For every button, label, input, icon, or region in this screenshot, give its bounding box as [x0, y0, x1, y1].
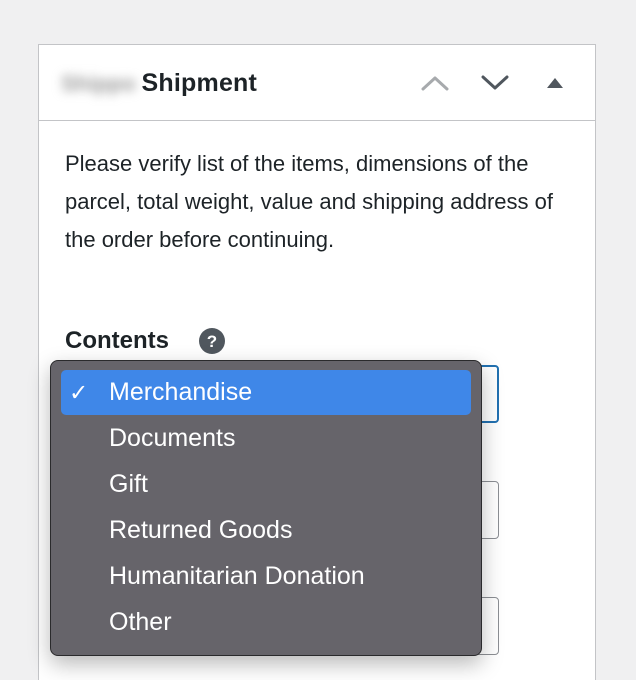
move-down-button[interactable] [475, 65, 515, 101]
page: Shippo Shipment Please verify list of th… [0, 0, 636, 680]
option-gift[interactable]: Gift [61, 461, 471, 507]
option-label: Other [109, 607, 172, 636]
option-returned-goods[interactable]: Returned Goods [61, 507, 471, 553]
chevron-up-icon [421, 76, 449, 91]
option-label: Documents [109, 423, 236, 452]
option-merchandise[interactable]: ✓ Merchandise [61, 370, 471, 415]
metabox-header: Shippo Shipment [39, 45, 595, 121]
triangle-up-icon [547, 78, 563, 88]
contents-label: Contents [65, 327, 169, 354]
contents-field-label-row: Contents ? [65, 327, 225, 355]
metabox-title: Shippo Shipment [61, 69, 257, 98]
option-other[interactable]: Other [61, 599, 471, 645]
chevron-down-icon [481, 75, 509, 90]
instructions-text: Please verify list of the items, dimensi… [65, 151, 553, 252]
metabox-controls [415, 65, 575, 101]
metabox-content: Please verify list of the items, dimensi… [65, 145, 577, 259]
metabox-title-text: Shipment [141, 69, 258, 97]
contents-dropdown-menu: ✓ Merchandise Documents Gift Returned Go… [50, 360, 482, 656]
checkmark-icon: ✓ [69, 379, 89, 405]
blurred-brand-name: Shippo [61, 70, 136, 96]
toggle-panel-button[interactable] [535, 65, 575, 101]
option-label: Gift [109, 469, 148, 498]
option-label: Merchandise [109, 378, 253, 406]
option-label: Humanitarian Donation [109, 561, 365, 590]
move-up-button[interactable] [415, 65, 455, 101]
option-documents[interactable]: Documents [61, 415, 471, 461]
help-icon[interactable]: ? [199, 328, 225, 354]
option-label: Returned Goods [109, 515, 293, 544]
option-humanitarian-donation[interactable]: Humanitarian Donation [61, 553, 471, 599]
